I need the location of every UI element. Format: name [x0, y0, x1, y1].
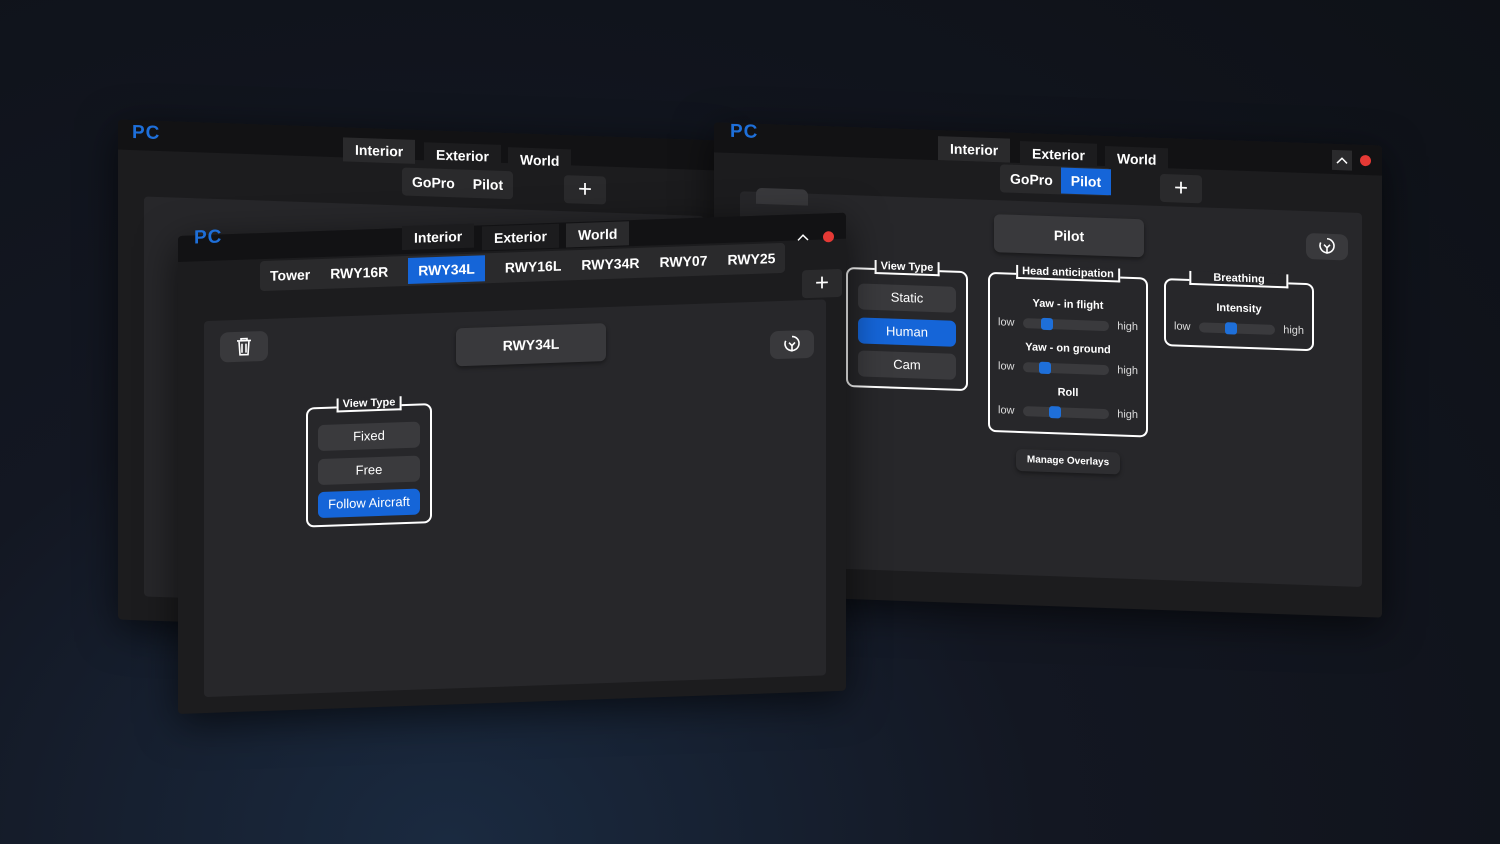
front-window: PC Interior Exterior World Tower RWY16R …: [178, 212, 846, 715]
subtab-rwy16r[interactable]: RWY16R: [330, 264, 388, 282]
slider-high-label: high: [1117, 364, 1138, 378]
back-left-subtab-gopro[interactable]: GoPro: [412, 174, 455, 191]
head-anticipation-group: Head anticipation Yaw - in flight low hi…: [988, 264, 1148, 438]
front-viewtype-group: View Type Fixed Free Follow Aircraft: [306, 396, 432, 528]
back-right-tab-world[interactable]: World: [1105, 145, 1169, 173]
slider-thumb[interactable]: [1040, 317, 1053, 331]
front-tab-world[interactable]: World: [566, 221, 630, 248]
back-left-subtab-pilot[interactable]: Pilot: [473, 176, 503, 193]
back-left-subtabs: GoPro Pilot: [402, 167, 514, 200]
back-left-add-button[interactable]: +: [564, 175, 606, 205]
front-tab-exterior[interactable]: Exterior: [482, 223, 559, 251]
viewtype-human-button[interactable]: Human: [858, 317, 956, 347]
roll-slider[interactable]: low high: [998, 402, 1138, 423]
front-add-button[interactable]: +: [802, 268, 842, 299]
back-right-subtab-gopro[interactable]: GoPro: [1010, 171, 1053, 188]
yaw-flight-slider[interactable]: low high: [998, 314, 1138, 335]
delete-button[interactable]: [220, 330, 268, 363]
slider-track[interactable]: [1198, 322, 1276, 335]
front-viewtype-title: View Type: [336, 396, 402, 413]
subtab-rwy07[interactable]: RWY07: [659, 253, 707, 271]
subtab-rwy34r[interactable]: RWY34R: [581, 255, 639, 273]
back-right-subtab-pilot[interactable]: Pilot: [1060, 167, 1112, 196]
back-right-tab-exterior[interactable]: Exterior: [1020, 141, 1097, 168]
reset-camera-icon: [784, 335, 800, 352]
slider-thumb[interactable]: [1048, 406, 1061, 419]
slider-track[interactable]: [1022, 406, 1110, 420]
back-right-tab-interior[interactable]: Interior: [938, 136, 1011, 163]
slider-track[interactable]: [1022, 317, 1110, 332]
rwy34l-title-button[interactable]: RWY34L: [456, 323, 606, 367]
front-collapse-icon[interactable]: [794, 228, 812, 247]
front-panel: RWY34L View Type Fixed Free Follow Aircr…: [204, 299, 826, 698]
slider-thumb[interactable]: [1039, 361, 1052, 375]
subtab-rwy16l[interactable]: RWY16L: [505, 258, 562, 276]
back-right-delete-button[interactable]: [756, 187, 808, 206]
back-right-add-button[interactable]: +: [1160, 173, 1202, 204]
front-close-icon[interactable]: [823, 231, 834, 243]
viewtype-fixed-button[interactable]: Fixed: [318, 421, 420, 452]
front-tab-interior[interactable]: Interior: [402, 223, 475, 251]
back-left-tab-world[interactable]: World: [508, 147, 572, 174]
slider-label: Yaw - in flight: [1032, 297, 1104, 312]
back-right-subtabs: GoPro Pilot: [1000, 164, 1112, 197]
viewtype-follow-aircraft-button[interactable]: Follow Aircraft: [318, 488, 420, 519]
slider-label: Intensity: [1216, 301, 1262, 316]
slider-low-label: low: [1174, 320, 1191, 333]
slider-low-label: low: [998, 316, 1015, 329]
back-left-titlebar: [118, 119, 718, 171]
slider-low-label: low: [998, 360, 1015, 373]
breathing-group: Breathing Intensity low high: [1164, 270, 1314, 352]
slider-low-label: low: [998, 404, 1015, 417]
back-left-tab-interior[interactable]: Interior: [343, 137, 416, 164]
subtab-rwy34l[interactable]: RWY34L: [408, 255, 485, 284]
head-anticipation-title: Head anticipation: [1016, 264, 1120, 283]
slider-thumb[interactable]: [1224, 322, 1237, 335]
back-left-brand: PC: [132, 122, 161, 145]
front-brand: PC: [194, 226, 223, 249]
slider-track[interactable]: [1022, 361, 1110, 376]
slider-high-label: high: [1117, 320, 1138, 334]
subtab-rwy25[interactable]: RWY25: [727, 250, 775, 268]
slider-high-label: high: [1283, 324, 1304, 337]
viewtype-static-button[interactable]: Static: [858, 283, 956, 313]
yaw-ground-slider[interactable]: low high: [998, 358, 1138, 379]
manage-overlays-button[interactable]: Manage Overlays: [1016, 448, 1120, 475]
back-right-viewtype-group: View Type Static Human Cam: [846, 259, 968, 392]
slider-high-label: high: [1117, 408, 1138, 422]
reset-button[interactable]: [770, 329, 814, 360]
back-right-collapse-icon[interactable]: [1332, 149, 1352, 171]
trash-icon: [237, 337, 251, 356]
reset-camera-icon: [1319, 237, 1335, 254]
viewtype-free-button[interactable]: Free: [318, 455, 420, 486]
back-right-brand: PC: [730, 120, 759, 143]
back-right-close-icon[interactable]: [1360, 154, 1371, 167]
slider-label: Yaw - on ground: [1025, 341, 1111, 357]
pilot-title-button[interactable]: Pilot: [994, 214, 1144, 258]
back-left-tab-exterior[interactable]: Exterior: [424, 142, 501, 169]
viewtype-cam-button[interactable]: Cam: [858, 350, 956, 380]
subtab-tower[interactable]: Tower: [270, 266, 310, 283]
slider-label: Roll: [1057, 386, 1079, 400]
back-right-reset-button[interactable]: [1306, 233, 1348, 261]
back-right-viewtype-title: View Type: [874, 259, 940, 277]
breathing-intensity-slider[interactable]: low high: [1174, 318, 1304, 339]
breathing-title: Breathing: [1189, 270, 1289, 289]
